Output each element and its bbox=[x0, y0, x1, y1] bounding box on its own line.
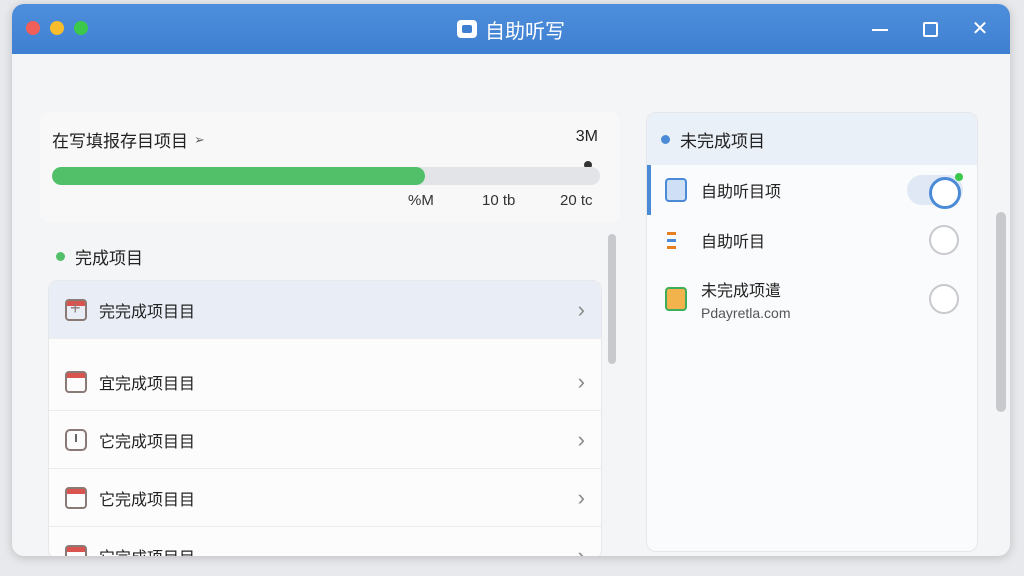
calendar-icon bbox=[65, 486, 87, 509]
pending-section-title: 未完成项目 bbox=[680, 131, 765, 151]
list-item-label: 完完成项目目 bbox=[99, 303, 196, 321]
progress-tick: %M bbox=[408, 192, 434, 209]
pending-item-sub: Pdayretla.com bbox=[701, 305, 791, 321]
list-item-label: 它完成项目目 bbox=[99, 433, 196, 451]
list-item[interactable]: 完完成项目目 › bbox=[49, 281, 601, 339]
chevron-right-icon: › bbox=[577, 542, 585, 557]
progress-card: 在写填报存目项目 ➢ 3M %M 10 tb 20 tc bbox=[40, 112, 620, 222]
zoom-traffic-button[interactable] bbox=[74, 21, 88, 35]
app-window: 自助听写 ✕ 在写填报存目项目 ➢ 3M %M 10 tb 20 tc 完成项目 bbox=[12, 4, 1010, 556]
progress-bar bbox=[52, 167, 600, 185]
online-dot bbox=[955, 173, 963, 181]
send-icon[interactable]: ➢ bbox=[194, 133, 208, 146]
toggle-switch[interactable] bbox=[929, 225, 959, 255]
window-title-group: 自助听写 bbox=[457, 15, 565, 44]
folder-icon bbox=[665, 287, 687, 311]
pending-item[interactable]: 自助听目项 bbox=[647, 165, 977, 215]
window-controls: ✕ bbox=[866, 16, 994, 42]
pending-item-label: 未完成项遣 bbox=[701, 283, 782, 300]
traffic-lights bbox=[26, 21, 88, 35]
window-title: 自助听写 bbox=[485, 20, 565, 43]
left-scrollbar[interactable] bbox=[608, 234, 616, 364]
maximize-button[interactable] bbox=[916, 16, 944, 42]
toggle-switch[interactable] bbox=[907, 173, 963, 209]
chevron-right-icon: › bbox=[577, 484, 585, 510]
calendar-icon bbox=[65, 370, 87, 393]
document-icon bbox=[665, 178, 687, 202]
pending-item-text: 自助听目 bbox=[701, 228, 765, 252]
app-icon bbox=[457, 20, 477, 38]
pending-item-label: 自助听目 bbox=[701, 234, 766, 251]
progress-bar-fill bbox=[52, 167, 425, 185]
pending-item-text: 自助听目项 bbox=[701, 178, 781, 202]
progress-title-group: 在写填报存目项目 ➢ bbox=[52, 127, 208, 152]
list-item-label: 它完成项目目 bbox=[99, 491, 196, 509]
calendar-icon bbox=[65, 544, 87, 556]
list-item[interactable]: 它完成项目目 › bbox=[49, 527, 601, 556]
progress-tick: 20 tc bbox=[560, 192, 593, 209]
toggle-switch[interactable] bbox=[929, 284, 959, 314]
right-scrollbar[interactable] bbox=[996, 212, 1006, 412]
chevron-right-icon: › bbox=[577, 426, 585, 452]
chevron-right-icon: › bbox=[577, 296, 585, 322]
done-section-header: 完成项目 bbox=[56, 244, 143, 269]
pending-panel: 未完成项目 自助听目项 自助听目 未完成项遣 Pdayretla.com bbox=[646, 112, 978, 552]
pending-item-label: 自助听目项 bbox=[701, 184, 782, 201]
minimize-button[interactable] bbox=[866, 16, 894, 42]
list-item[interactable]: 它完成项目目 › bbox=[49, 469, 601, 527]
pending-item-text: 未完成项遣 Pdayretla.com bbox=[701, 277, 790, 321]
progress-tick: 10 tb bbox=[482, 192, 516, 209]
progress-total: 3M bbox=[575, 128, 598, 145]
close-button[interactable]: ✕ bbox=[966, 16, 994, 42]
transcribe-icon bbox=[665, 228, 687, 252]
progress-title: 在写填报存目项目 bbox=[52, 132, 188, 151]
close-traffic-button[interactable] bbox=[26, 21, 40, 35]
maximize-icon bbox=[922, 22, 938, 38]
main-content: 在写填报存目项目 ➢ 3M %M 10 tb 20 tc 完成项目 完完成项目目… bbox=[12, 54, 1010, 556]
chevron-right-icon: › bbox=[577, 368, 585, 394]
minimize-traffic-button[interactable] bbox=[50, 21, 64, 35]
pending-item[interactable]: 未完成项遣 Pdayretla.com bbox=[647, 269, 977, 329]
done-list: 完完成项目目 › 宜完成项目目 › 它完成项目目 › 它完成项目目 › 它完成项… bbox=[48, 280, 602, 556]
pending-section-header: 未完成项目 bbox=[647, 113, 977, 165]
done-section-title: 完成项目 bbox=[75, 249, 143, 268]
minimize-icon bbox=[872, 28, 888, 31]
status-dot bbox=[56, 252, 65, 261]
titlebar: 自助听写 ✕ bbox=[12, 4, 1010, 54]
close-icon: ✕ bbox=[971, 18, 989, 40]
list-item-label: 它完成项目目 bbox=[99, 544, 195, 557]
clock-icon bbox=[65, 428, 87, 451]
pending-item[interactable]: 自助听目 bbox=[647, 215, 977, 265]
list-item-label: 宜完成项目目 bbox=[99, 375, 196, 393]
plus-calendar-icon bbox=[65, 298, 87, 321]
list-item[interactable]: 它完成项目目 › bbox=[49, 411, 601, 469]
status-dot bbox=[661, 134, 670, 144]
list-item[interactable]: 宜完成项目目 › bbox=[49, 353, 601, 411]
